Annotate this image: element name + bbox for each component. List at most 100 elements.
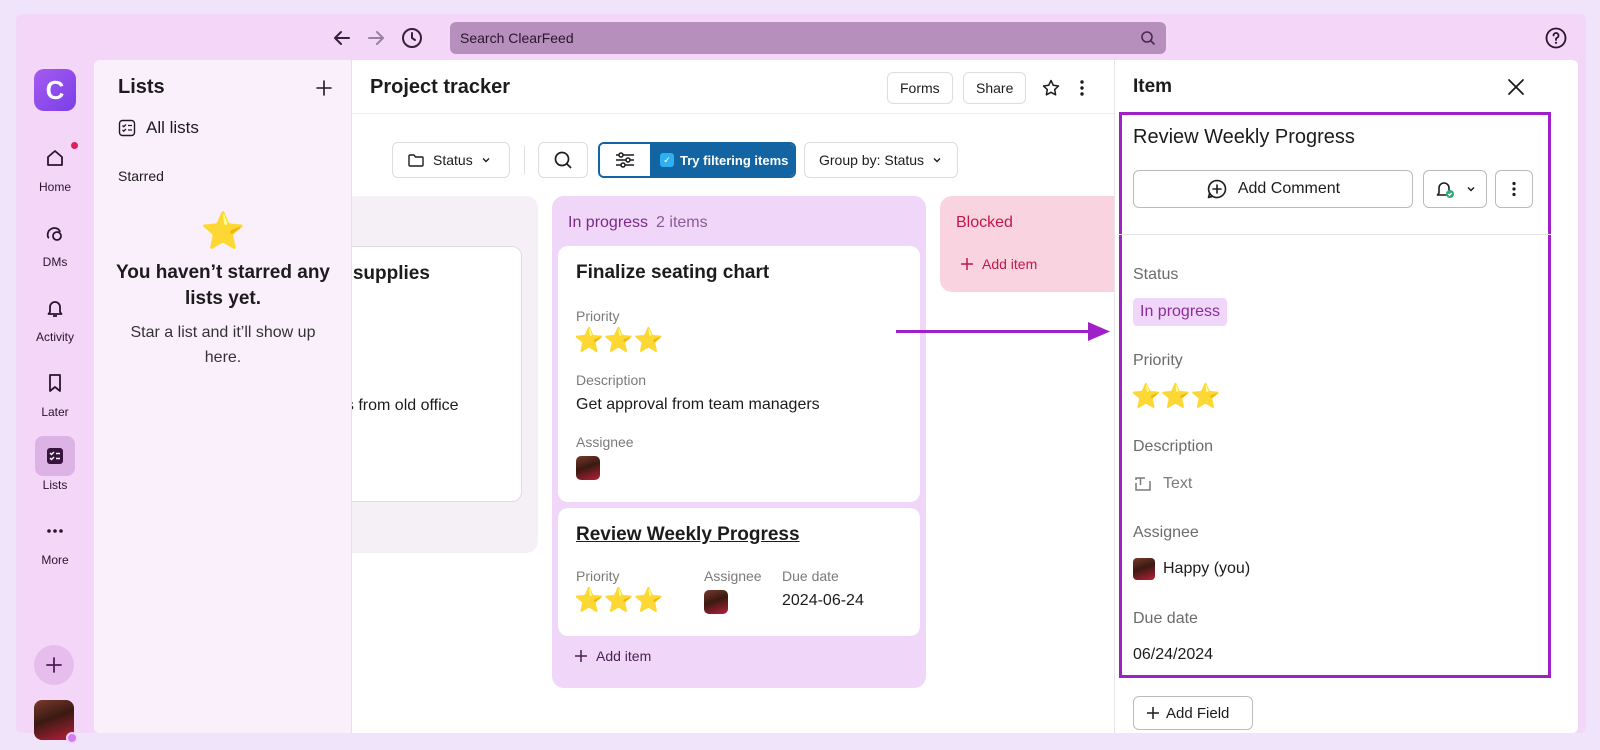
priority-field-label: Priority [1133,352,1183,369]
due-date-value[interactable]: 06/24/2024 [1133,646,1213,664]
left-rail: C Home DMs Activity Later Lists More [16,60,94,744]
column-name: Blocked [956,214,1013,231]
rail-item-dms[interactable]: DMs [24,213,86,269]
column-name: In progress [568,214,649,231]
card-title: Finalize seating chart [576,262,770,283]
add-field-button[interactable]: Add Field [1133,696,1253,730]
due-date-value: 2024-06-24 [782,592,864,609]
description-label: Description [576,372,647,388]
notification-settings-button[interactable] [1423,170,1487,208]
rail-label-activity: Activity [35,330,74,344]
assignee-field-label: Assignee [1133,524,1199,541]
assignee-label: Assignee [704,568,762,584]
add-plus-button[interactable] [34,645,74,685]
board-column-partial: e supplies es from old office [332,196,538,553]
forward-arrow-icon[interactable] [364,26,388,50]
assignee-avatar [704,590,728,614]
detail-panel-title: Item [1133,76,1173,97]
lists-icon [35,436,75,476]
priority-stars: ⭐⭐⭐ [574,327,664,354]
rail-item-home[interactable]: Home [24,138,86,194]
more-options-button[interactable] [1495,170,1533,208]
forms-button[interactable]: Forms [887,72,953,104]
sliders-icon [600,144,650,176]
search-placeholder: Search ClearFeed [460,30,574,46]
board-area: Project tracker Forms Share Status ✓ Try… [332,60,1140,733]
assignee-value[interactable]: Happy (you) [1133,558,1250,580]
empty-starred-subtitle: Star a list and it’ll show up here. [130,324,316,366]
rail-label-later: Later [41,405,69,419]
item-name[interactable]: Review Weekly Progress [1133,126,1355,149]
star-outline-icon[interactable] [1041,78,1061,98]
column-count: 2 items [656,214,708,231]
workspace-logo[interactable]: C [34,69,76,111]
chevron-down-icon [482,158,490,163]
due-date-field-label: Due date [1133,610,1198,627]
back-arrow-icon[interactable] [330,26,354,50]
close-icon[interactable] [1505,76,1529,100]
app-frame: Search ClearFeed C Home DMs Activity Lat… [16,14,1586,744]
kebab-menu-icon[interactable] [1072,78,1092,98]
notification-dot [71,142,78,149]
empty-starred-title: You haven’t starred any lists yet. [116,262,330,309]
history-clock-icon[interactable] [400,26,424,50]
group-by-label: Group by: Status [819,152,925,168]
plus-icon [961,258,973,270]
group-by-button[interactable]: Group by: Status [804,142,958,178]
priority-label: Priority [576,308,620,324]
more-icon [35,511,75,551]
all-lists-link[interactable]: All lists [118,118,199,138]
try-filtering-banner[interactable]: ✓ Try filtering items [650,144,794,176]
description-field[interactable]: Text [1133,474,1192,494]
add-comment-button[interactable]: Add Comment [1133,170,1413,208]
rail-item-activity[interactable]: Activity [24,288,86,344]
help-icon[interactable] [1544,26,1568,50]
annotation-arrow [896,322,1110,341]
add-item-button[interactable]: Add item [574,648,651,664]
status-badge[interactable]: In progress [1133,298,1228,326]
due-date-label: Due date [782,568,839,584]
kebab-menu-icon [1512,181,1516,197]
text-field-icon [1135,477,1151,491]
rail-item-later[interactable]: Later [24,363,86,419]
logo-letter: C [45,74,65,105]
assignee-label: Assignee [576,434,634,450]
assignee-avatar [1133,558,1155,580]
board-column-in-progress: In progress 2 items Finalize seating char… [552,196,926,688]
add-item-button[interactable]: Add item [960,256,1037,272]
filter-button[interactable]: ✓ Try filtering items [598,142,796,178]
rail-label-dms: DMs [42,255,68,269]
search-input[interactable]: Search ClearFeed [450,22,1166,54]
item-card-review-weekly[interactable]: Review Weekly Progress Priority ⭐⭐⭐ Assi… [558,508,920,636]
rail-item-lists[interactable]: Lists [24,436,86,492]
priority-stars[interactable]: ⭐⭐⭐ [1131,382,1221,411]
item-card-partial[interactable]: e supplies es from old office [332,246,522,502]
status-filter-button[interactable]: Status [392,142,510,178]
rail-item-more[interactable]: More [24,511,86,567]
description-value: Get approval from team managers [576,396,820,413]
search-button[interactable] [538,142,588,178]
plus-icon [1147,707,1159,719]
rail-label-more: More [41,553,69,567]
plus-icon [575,650,587,662]
item-card-finalize-seating[interactable]: Finalize seating chart Priority ⭐⭐⭐ Desc… [558,246,920,502]
assignee-name: Happy (you) [1163,560,1251,577]
board-toolbar: Status ✓ Try filtering items Group by: S… [352,142,1114,178]
card-title[interactable]: Review Weekly Progress [576,524,800,546]
sparkle-badge-icon: ✓ [660,153,674,167]
comment-plus-icon [1207,179,1227,199]
description-placeholder: Text [1163,475,1193,492]
share-button[interactable]: Share [963,72,1027,104]
add-item-label: Add item [982,256,1038,272]
add-item-label: Add item [596,648,652,664]
rail-label-home: Home [38,180,71,194]
main-panel: Lists All lists Starred ⭐ You haven’t st… [94,60,1578,733]
all-lists-label: All lists [146,118,199,137]
plus-icon [46,657,62,673]
bookmark-icon [35,363,75,403]
bell-icon [35,288,75,328]
folder-icon [408,154,424,167]
user-avatar[interactable] [34,700,78,744]
new-list-plus-icon[interactable] [314,78,334,98]
rail-label-lists: Lists [42,478,68,492]
